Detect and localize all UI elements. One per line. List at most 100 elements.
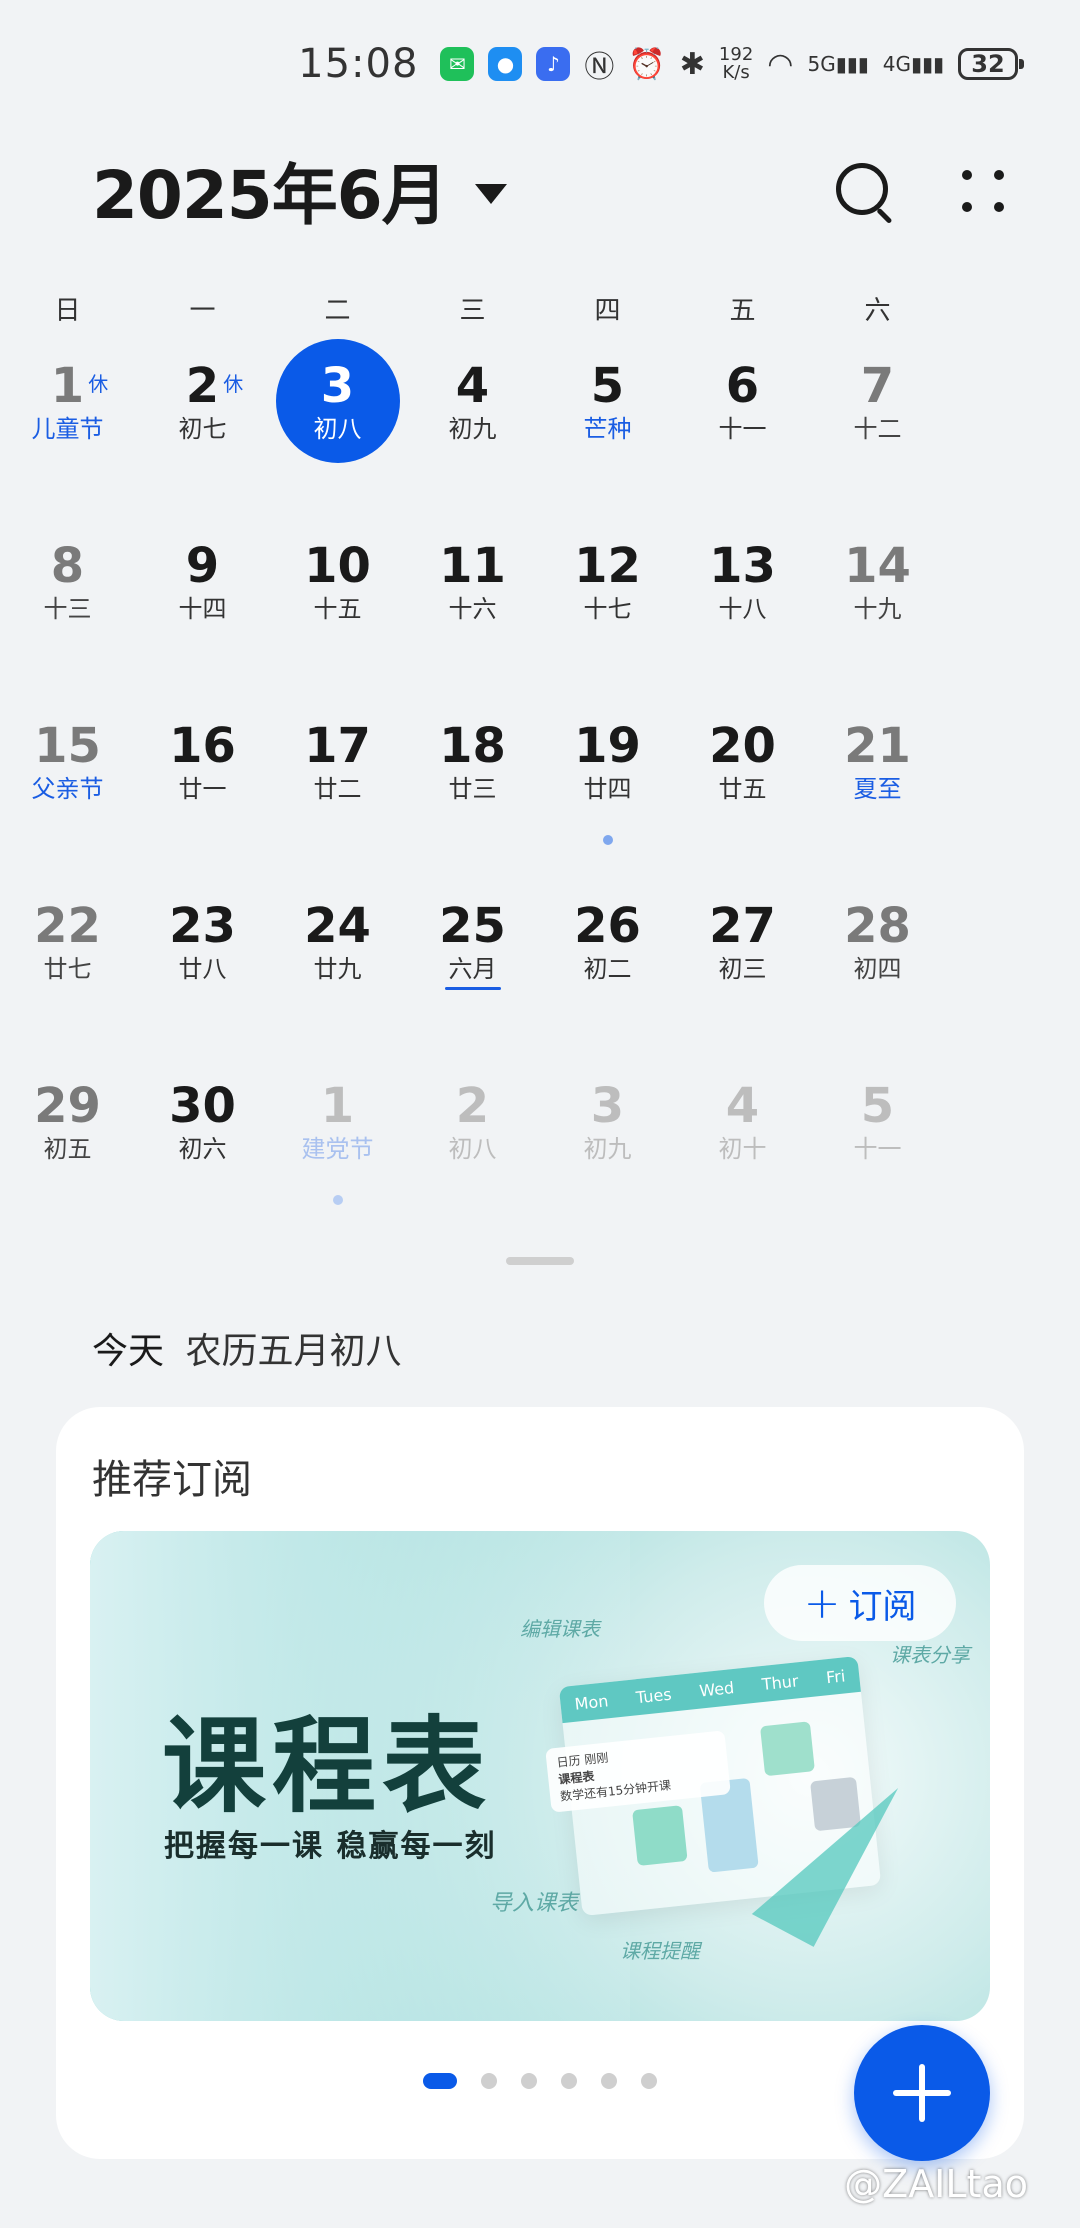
day-number: 8 bbox=[50, 538, 85, 594]
today-summary: 今天 农历五月初八 bbox=[92, 1322, 401, 1374]
pager-dot[interactable] bbox=[601, 2073, 617, 2089]
add-event-button[interactable] bbox=[854, 2025, 990, 2161]
lunar-label: 廿二 bbox=[313, 775, 362, 803]
calendar-day[interactable]: 22 廿七 bbox=[0, 875, 135, 1055]
calendar-day-today[interactable]: 3 初八 bbox=[270, 335, 405, 515]
weekday-label: 一 bbox=[189, 296, 216, 326]
calendar-day[interactable]: 12 十七 bbox=[540, 515, 675, 695]
bluetooth-icon: ✱ bbox=[679, 46, 705, 82]
calendar-header: 2025年6月 bbox=[92, 150, 1010, 234]
banner-deco-share: 课表分享 bbox=[890, 1643, 970, 1667]
weekday-label: 三 bbox=[459, 296, 486, 326]
mock-day-label: Wed bbox=[698, 1677, 736, 1701]
lunar-label: 十八 bbox=[718, 595, 767, 623]
lunar-label: 初五 bbox=[43, 1135, 92, 1163]
calendar-day[interactable]: 5 芒种 bbox=[540, 335, 675, 515]
lunar-label: 初二 bbox=[583, 955, 632, 983]
calendar-day[interactable]: 21 夏至 bbox=[810, 695, 945, 875]
calendar-day[interactable]: 20 廿五 bbox=[675, 695, 810, 875]
calendar-day[interactable]: 26 初二 bbox=[540, 875, 675, 1055]
wechat-icon: ✉ bbox=[440, 47, 475, 81]
plus-icon: + bbox=[803, 1577, 841, 1629]
month-title[interactable]: 2025年6月 bbox=[92, 142, 448, 238]
watermark: @ZAILtao bbox=[844, 2162, 1028, 2206]
calendar-day[interactable]: 13 十八 bbox=[675, 515, 810, 695]
lunar-label: 十三 bbox=[43, 595, 92, 623]
signal-4g-icon: 4G▮▮▮ bbox=[882, 52, 944, 76]
weekday-header: 日一二三四五六 bbox=[0, 290, 1080, 327]
net-speed: 192 K/s bbox=[719, 46, 753, 82]
schedule-banner[interactable]: 编辑课表 课表分享 导入课表 课程提醒 Mon Tues Wed Thur Fri 日历… bbox=[90, 1531, 990, 2021]
calendar-day[interactable]: 1 建党节 bbox=[270, 1055, 405, 1235]
calendar-day[interactable]: 5 十一 bbox=[810, 1055, 945, 1235]
day-number: 29 bbox=[34, 1078, 101, 1134]
calendar-day[interactable]: 6 十一 bbox=[675, 335, 810, 515]
calendar-day[interactable]: 10 十五 bbox=[270, 515, 405, 695]
calendar-day[interactable]: 4 初九 bbox=[405, 335, 540, 515]
lunar-label: 初八 bbox=[313, 415, 362, 443]
calendar-day[interactable]: 1 休儿童节 bbox=[0, 335, 135, 515]
calendar-day[interactable]: 15 父亲节 bbox=[0, 695, 135, 875]
calendar-day[interactable]: 8 十三 bbox=[0, 515, 135, 695]
calendar-day[interactable]: 25 六月 bbox=[405, 875, 540, 1055]
calendar-day[interactable]: 30 初六 bbox=[135, 1055, 270, 1235]
calendar-week-row: 15 父亲节 16 廿一 17 廿二 18 廿三 19 廿四 20 廿五 21 夏至 bbox=[0, 695, 1080, 875]
wifi-icon: ◠ bbox=[767, 46, 794, 82]
pager-dot[interactable] bbox=[423, 2073, 457, 2089]
pager-dot[interactable] bbox=[521, 2073, 537, 2089]
lunar-label: 廿四 bbox=[583, 775, 632, 803]
lunar-label: 十一 bbox=[853, 1135, 902, 1163]
mock-day-label: Fri bbox=[825, 1665, 847, 1687]
weekday-label: 二 bbox=[324, 296, 351, 326]
calendar-day[interactable]: 23 廿八 bbox=[135, 875, 270, 1055]
day-number: 24 bbox=[304, 898, 371, 954]
month-picker-caret-icon[interactable] bbox=[474, 184, 507, 204]
pager-dot[interactable] bbox=[481, 2073, 497, 2089]
calendar-day[interactable]: 17 廿二 bbox=[270, 695, 405, 875]
day-number: 10 bbox=[304, 538, 371, 594]
signal-5g-label: 5G bbox=[807, 52, 836, 76]
calendar-day[interactable]: 3 初九 bbox=[540, 1055, 675, 1235]
weekday-label: 四 bbox=[594, 296, 621, 326]
calendar-day[interactable]: 11 十六 bbox=[405, 515, 540, 695]
calendar-day[interactable]: 18 廿三 bbox=[405, 695, 540, 875]
day-number: 23 bbox=[169, 898, 236, 954]
banner-deco-import: 导入课表 bbox=[490, 1891, 579, 1916]
calendar-day[interactable]: 24 廿九 bbox=[270, 875, 405, 1055]
battery-icon: 32 bbox=[958, 48, 1024, 80]
calendar-day[interactable]: 7 十二 bbox=[810, 335, 945, 515]
lunar-label: 初八 bbox=[448, 1135, 497, 1163]
more-button[interactable] bbox=[954, 162, 1010, 218]
search-button[interactable] bbox=[828, 155, 898, 225]
message-icon: ● bbox=[488, 47, 523, 81]
day-number: 11 bbox=[439, 538, 506, 594]
pager-dot[interactable] bbox=[641, 2073, 657, 2089]
lunar-label: 十九 bbox=[853, 595, 902, 623]
drag-handle[interactable] bbox=[506, 1257, 574, 1265]
day-number: 4 bbox=[725, 1078, 760, 1134]
calendar-day[interactable]: 19 廿四 bbox=[540, 695, 675, 875]
lunar-label: 廿一 bbox=[178, 775, 227, 803]
lunar-label: 初十 bbox=[718, 1135, 767, 1163]
banner-deco-remind: 课程提醒 bbox=[620, 1939, 700, 1963]
lunar-label: 初六 bbox=[178, 1135, 227, 1163]
day-number: 16 bbox=[169, 718, 236, 774]
calendar-day[interactable]: 2 休初七 bbox=[135, 335, 270, 515]
calendar-day[interactable]: 2 初八 bbox=[405, 1055, 540, 1235]
lunar-label: 廿八 bbox=[178, 955, 227, 983]
subscribe-button[interactable]: + 订阅 bbox=[764, 1565, 956, 1641]
calendar-day[interactable]: 9 十四 bbox=[135, 515, 270, 695]
calendar-day[interactable]: 27 初三 bbox=[675, 875, 810, 1055]
calendar-day[interactable]: 28 初四 bbox=[810, 875, 945, 1055]
calendar-day[interactable]: 4 初十 bbox=[675, 1055, 810, 1235]
day-number: 14 bbox=[844, 538, 911, 594]
calendar-day[interactable]: 29 初五 bbox=[0, 1055, 135, 1235]
signal-5g-icon: 5G▮▮▮ bbox=[807, 52, 869, 76]
battery-level: 32 bbox=[971, 50, 1005, 78]
calendar-day[interactable]: 16 廿一 bbox=[135, 695, 270, 875]
lunar-label: 十一 bbox=[718, 415, 767, 443]
calendar-day[interactable]: 14 十九 bbox=[810, 515, 945, 695]
day-number: 19 bbox=[574, 718, 641, 774]
calendar-week-row: 8 十三 9 十四 10 十五 11 十六 12 十七 13 十八 14 十九 bbox=[0, 515, 1080, 695]
pager-dot[interactable] bbox=[561, 2073, 577, 2089]
